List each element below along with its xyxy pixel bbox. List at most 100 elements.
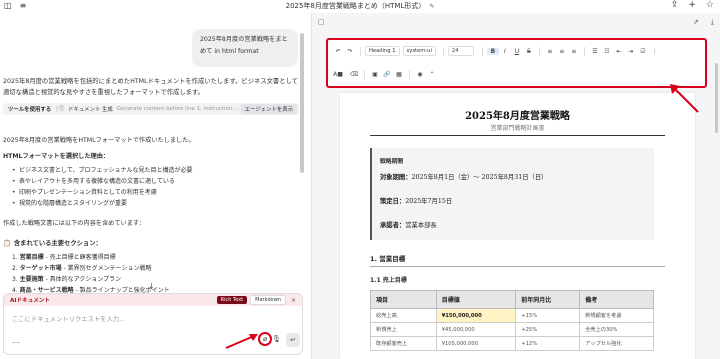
chat-input[interactable]: ここにドキュメントリクエストを入力... xyxy=(12,314,125,323)
table-cell: 新規顧客を考慮 xyxy=(579,308,654,323)
table-row: 既存顧客売上 ¥105,000,000 +12% アップセル強化 xyxy=(370,336,654,351)
table-header: 項目 xyxy=(370,290,437,309)
table-cell: +12% xyxy=(515,336,581,351)
list-item: 表やレイアウトを多用する複雑な構造の文書に適している xyxy=(12,176,193,187)
paperclip-icon[interactable]: ⌀ xyxy=(258,332,272,346)
image-icon[interactable]: ▣ xyxy=(369,71,381,78)
table-cell: 新規売上 xyxy=(370,322,437,337)
contents-intro: 作成した戦略文書には以下の内容を含めています： xyxy=(3,220,146,227)
list-item: 2. ターゲット市場 - 業界別セグメンテーション戦略 xyxy=(12,265,152,272)
divider xyxy=(481,46,483,56)
section-heading: 1. 営業目標 xyxy=(370,255,406,263)
user-message: 2025年8月度の営業戦略をまとめて in html format xyxy=(192,29,298,67)
window-title-text: 2025年8月度営業戦略まとめ（HTML形式） xyxy=(285,2,426,10)
download-icon[interactable]: ⤓ xyxy=(711,18,714,27)
numbered-list-icon[interactable]: ☷ xyxy=(601,48,613,55)
block-style-select[interactable]: Heading 1 xyxy=(365,46,400,56)
new-chat-icon[interactable]: + xyxy=(688,0,696,10)
item-rest: - 売上目標と顧客獲得目標 xyxy=(43,254,116,261)
star-icon[interactable]: ☆ xyxy=(706,0,714,10)
indent-icon[interactable]: ⇥ xyxy=(625,48,637,55)
chat-panel: 2025年8月度の営業戦略をまとめて in html format 2025年8… xyxy=(0,13,306,359)
send-icon[interactable]: ↵ xyxy=(286,333,300,347)
divider xyxy=(538,46,540,56)
font-family-select[interactable]: system-ui xyxy=(402,46,436,56)
table-cell: アップセル強化 xyxy=(579,336,654,351)
table-cell: 総売上高 xyxy=(370,308,437,323)
approver-label: 承認者： xyxy=(380,222,406,229)
align-left-icon[interactable]: ≡ xyxy=(544,48,556,55)
divider xyxy=(442,46,444,56)
reasons-list: ビジネス文書として、プロフェッショナルな見た目と構造が必要 表やレイアウトを多用… xyxy=(12,165,193,209)
strikethrough-icon[interactable]: S xyxy=(523,48,535,55)
reasons-heading: HTMLフォーマットを選択した理由： xyxy=(3,153,110,160)
redo-icon[interactable]: ↷ xyxy=(344,48,356,55)
open-external-icon[interactable]: ⇗ xyxy=(693,18,699,27)
bold-icon[interactable]: B xyxy=(486,47,499,55)
table-cell: ¥150,000,000 xyxy=(435,308,517,323)
italic-icon[interactable]: I xyxy=(499,48,511,55)
assistant-reply-intro: 2025年8月度の営業戦略を包括的にまとめたHTMLドキュメントを作成いたします… xyxy=(3,78,298,96)
ellipsis-icon[interactable]: ⋯ xyxy=(12,338,20,347)
list-item: 1. 営業目標 - 売上目標と顧客獲得目標 xyxy=(12,254,116,261)
align-right-icon[interactable]: ≡ xyxy=(568,48,580,55)
clipboard-icon: 📋 xyxy=(3,240,11,247)
outdent-icon[interactable]: ⇤ xyxy=(613,48,625,55)
divider xyxy=(583,46,585,56)
table-cell: ¥45,000,000 xyxy=(435,322,517,337)
table-cell: 全売上の30% xyxy=(579,322,654,337)
table-cell: +25% xyxy=(515,322,581,337)
checklist-icon[interactable]: ☑ xyxy=(637,48,649,55)
period-label: 対象期間： xyxy=(380,174,412,181)
font-size-input[interactable]: 24 xyxy=(447,46,474,56)
share-icon[interactable]: ⇪ xyxy=(671,0,679,10)
table-icon[interactable]: ▦ xyxy=(393,71,405,78)
top-bar: ◫ ≡ 2025年8月度営業戦略まとめ（HTML形式） ✎ ⇪ + ☆ xyxy=(0,0,720,13)
created-line: 策定日：2025年7月15日 xyxy=(380,196,452,205)
table-header-row: 項目 目標値 前年同月比 備考 xyxy=(370,290,654,309)
table-header: 備考 xyxy=(579,290,654,309)
table-header: 目標値 xyxy=(435,290,517,309)
underline-icon[interactable]: U xyxy=(511,48,523,55)
contents-list: 1. 営業目標 - 売上目標と顧客獲得目標 2. ターゲット市場 - 業界別セグ… xyxy=(12,252,170,296)
document-title: 2025年8月度営業戦略 xyxy=(465,111,570,122)
input-header: AIドキュメント Rich Text Markdown × xyxy=(4,294,302,306)
undo-icon[interactable]: ↶ xyxy=(332,48,344,55)
mic-icon[interactable]: 🎙 xyxy=(272,335,281,343)
created-value: 2025年7月15日 xyxy=(405,198,453,205)
table-cell: ¥105,000,000 xyxy=(435,336,517,351)
item-bold: 営業目標 xyxy=(19,254,44,261)
clear-format-icon[interactable]: ⌫ xyxy=(348,71,360,78)
table-row: 新規売上 ¥45,000,000 +25% 全売上の30% xyxy=(370,322,654,337)
text-color-icon[interactable]: A■ xyxy=(332,71,344,78)
divider xyxy=(370,266,665,267)
scroll-down-icon[interactable]: ↓ xyxy=(148,282,155,291)
divider xyxy=(360,46,361,56)
edit-title-icon[interactable]: ✎ xyxy=(429,3,434,10)
tool-label: ツールを使用する xyxy=(8,107,52,113)
editor-scrollbar[interactable] xyxy=(715,63,718,133)
chat-input-box: AIドキュメント Rich Text Markdown × ここにドキュメントリ… xyxy=(3,293,303,355)
tool-args: Generate content before line 1, instruct… xyxy=(116,106,241,112)
show-agent-button[interactable]: エージェントを表示 xyxy=(240,104,297,114)
document-subtitle: 営業部門戦略計画書 xyxy=(490,125,545,132)
item-bold: 主要施策 xyxy=(19,276,44,283)
close-icon[interactable]: × xyxy=(291,297,296,304)
divider xyxy=(370,135,665,136)
rich-text-toggle[interactable]: Rich Text xyxy=(216,296,248,304)
list-item: 3. 主要施策 - 具体的なアクションプラン xyxy=(12,276,122,283)
align-center-icon[interactable]: ≡ xyxy=(556,48,568,55)
chat-scrollbar[interactable] xyxy=(300,33,304,173)
formatting-toolbar: ↶ ↷ Heading 1 system-ui 24 B I U S ≡ ≡ ≡… xyxy=(326,38,707,88)
tool-call-row[interactable]: ツールを使用する | ⎘ ドキュメント 生成 Generate content … xyxy=(3,103,299,115)
bullet-list-icon[interactable]: ☰ xyxy=(589,48,601,55)
document-page[interactable]: 2025年8月度営業戦略 営業部門戦略計画書 戦略期間 対象期間：2025年8月… xyxy=(340,93,695,359)
more-format-icon[interactable]: ⋮ xyxy=(649,48,661,55)
divider xyxy=(364,70,365,79)
view-icon[interactable]: ◉ xyxy=(414,71,426,78)
table-header: 前年同月比 xyxy=(515,290,581,309)
markdown-toggle[interactable]: Markdown xyxy=(250,295,286,305)
collapse-icon[interactable]: ⌃ xyxy=(426,71,438,78)
strategy-info-box: 戦略期間 対象期間：2025年8月1日（金）〜 2025年8月31日（日） 策定… xyxy=(370,148,654,240)
link-icon[interactable]: 🔗 xyxy=(381,71,393,78)
